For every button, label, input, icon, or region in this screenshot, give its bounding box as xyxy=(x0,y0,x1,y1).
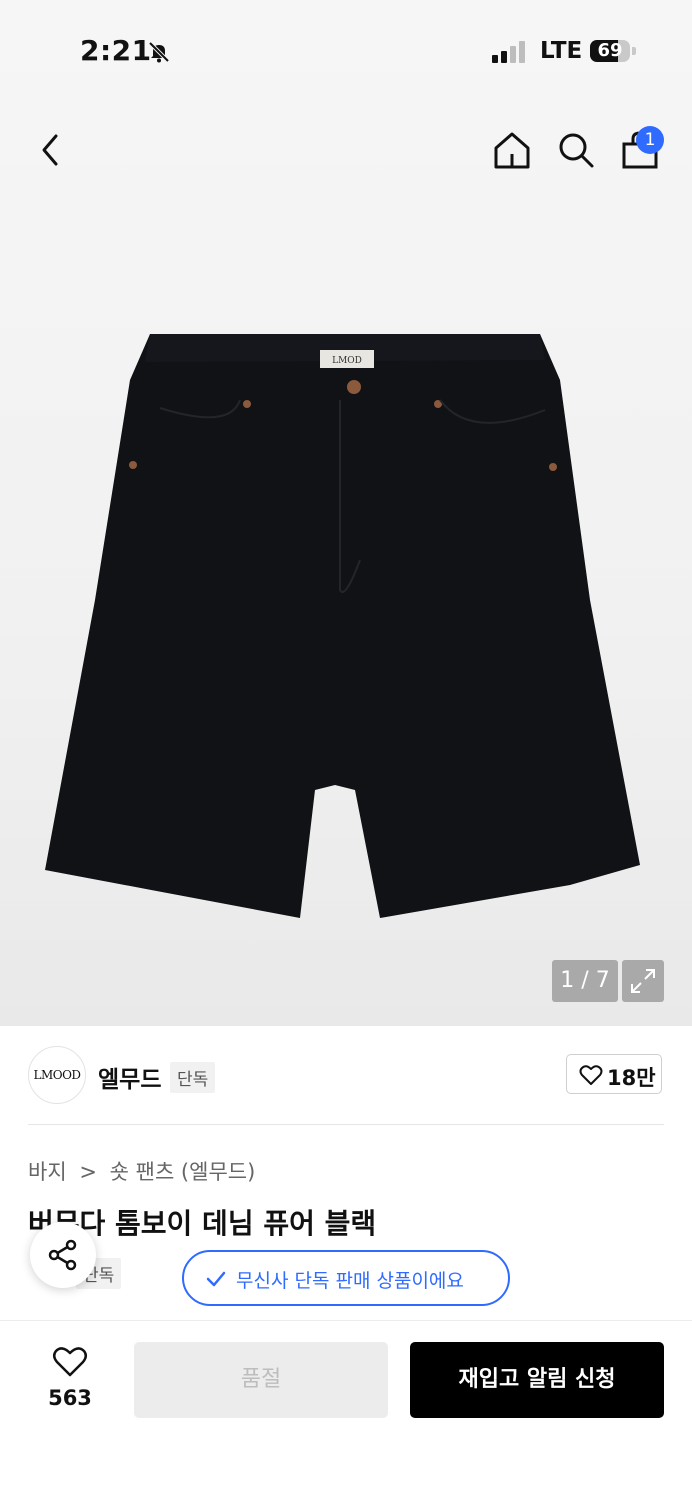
image-counter: 1 / 7 xyxy=(552,960,618,1002)
status-time: 2:21 xyxy=(80,34,152,67)
expand-button[interactable] xyxy=(622,960,664,1002)
share-button[interactable] xyxy=(30,1222,96,1288)
breadcrumb-category[interactable]: 바지 xyxy=(28,1160,67,1184)
brand-label: LMOD xyxy=(332,356,362,366)
check-icon xyxy=(206,1271,226,1287)
breadcrumb-separator: > xyxy=(79,1160,97,1184)
exclusive-notice[interactable]: 무신사 단독 판매 상품이에요 xyxy=(182,1250,510,1306)
heart-icon xyxy=(579,1065,603,1085)
expand-icon xyxy=(631,969,655,993)
exclusive-tag: 단독 xyxy=(170,1062,216,1093)
network-type: LTE xyxy=(540,38,583,64)
search-icon[interactable] xyxy=(556,130,596,170)
breadcrumb-subcategory[interactable]: 숏 팬츠 (엘무드) xyxy=(110,1160,256,1184)
cart-count-badge: 1 xyxy=(636,126,664,154)
exclusive-notice-text: 무신사 단독 판매 상품이에요 xyxy=(236,1270,464,1292)
battery-indicator: 69 xyxy=(590,40,630,62)
breadcrumb: 바지 > 숏 팬츠 (엘무드) xyxy=(28,1156,255,1186)
brand-logo[interactable]: LMOOD xyxy=(28,1046,86,1104)
silent-mode-icon xyxy=(148,41,170,63)
back-icon[interactable] xyxy=(36,132,64,168)
home-icon[interactable] xyxy=(492,130,532,170)
brand-like-count: 18만 xyxy=(607,1066,656,1090)
battery-tip xyxy=(632,47,636,55)
product-image-gallery[interactable]: LMOD 2:21 LTE 69 1 1 / 7 xyxy=(0,0,692,1026)
wishlist-heart-icon[interactable] xyxy=(52,1344,88,1378)
sold-out-button: 품절 xyxy=(134,1342,388,1418)
brand-name[interactable]: 엘무드 xyxy=(98,1060,161,1094)
signal-icon xyxy=(492,41,525,63)
battery-level: 69 xyxy=(597,40,623,61)
share-icon xyxy=(48,1239,77,1271)
brand-like-button[interactable]: 18만 xyxy=(566,1054,662,1094)
restock-alert-button[interactable]: 재입고 알림 신청 xyxy=(410,1342,664,1418)
divider xyxy=(28,1124,664,1125)
wishlist-count: 563 xyxy=(48,1386,92,1410)
